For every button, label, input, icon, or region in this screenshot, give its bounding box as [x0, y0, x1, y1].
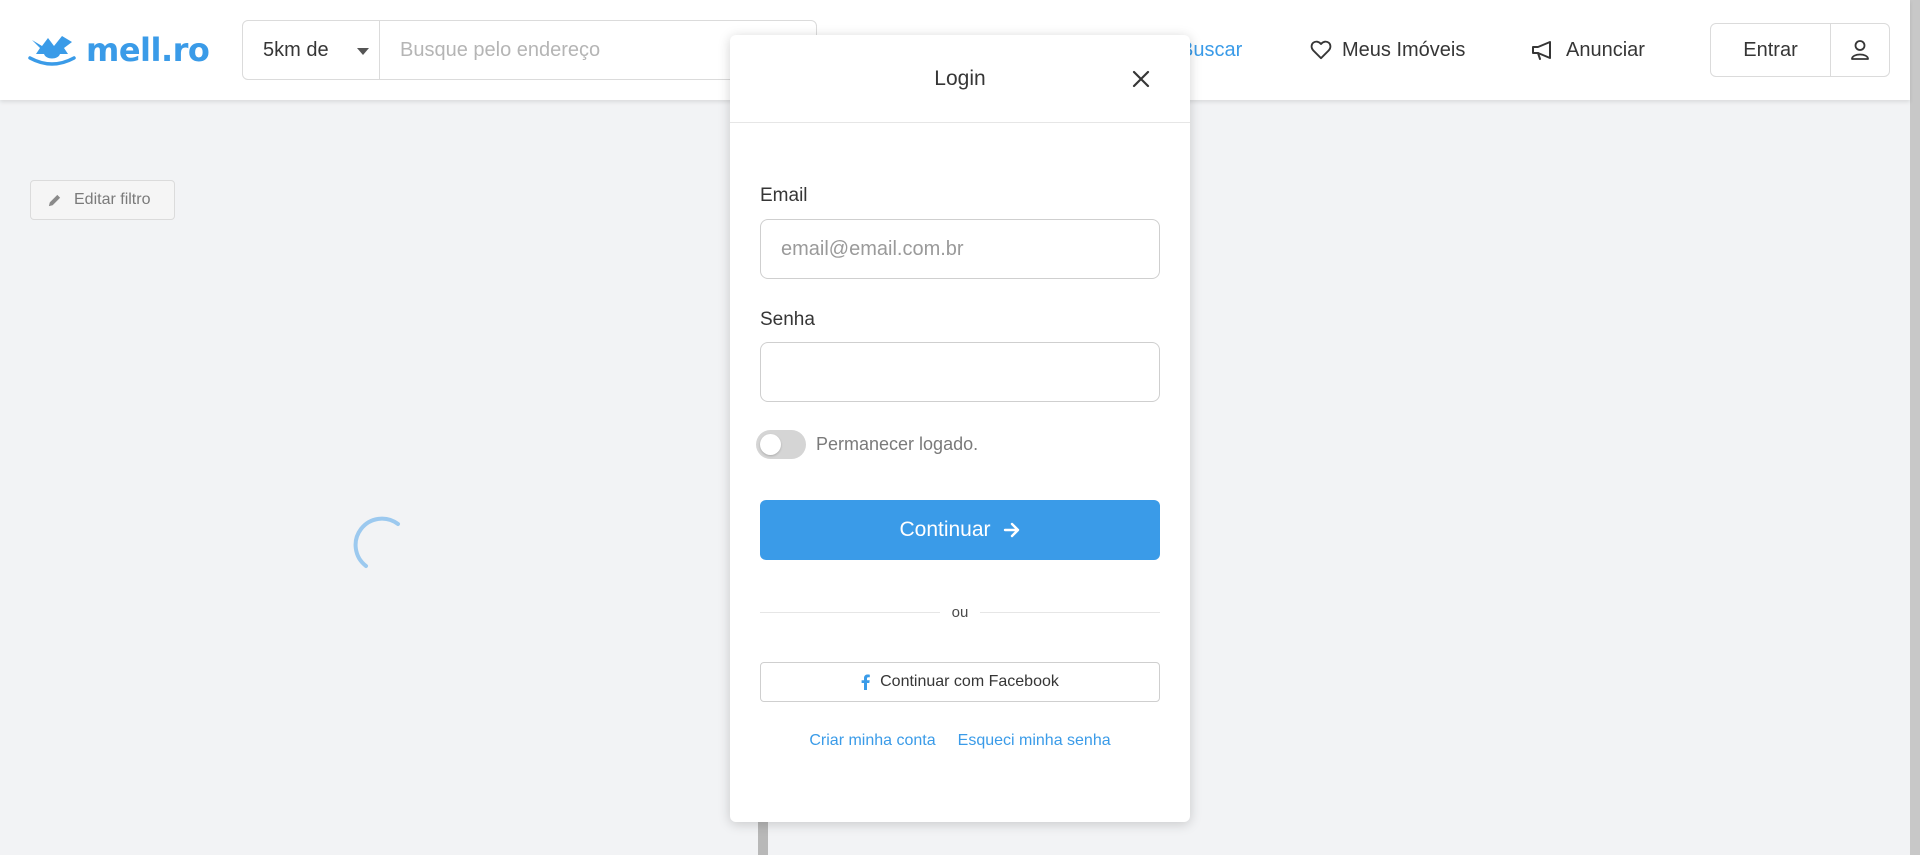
or-line-left	[760, 611, 940, 613]
modal-title: Login	[934, 66, 986, 90]
remember-me-toggle[interactable]	[756, 430, 806, 459]
nav-meus-imoveis-label: Meus Imóveis	[1342, 38, 1466, 61]
user-icon	[1851, 40, 1869, 60]
remember-me-label: Permanecer logado.	[816, 434, 979, 454]
edit-filter-button[interactable]: Editar filtro	[30, 180, 175, 220]
edit-filter-label: Editar filtro	[74, 191, 151, 208]
facebook-login-button[interactable]: Continuar com Facebook	[760, 662, 1160, 702]
brand-logo[interactable]: mell.ro	[28, 26, 210, 74]
modal-header: Login	[730, 35, 1190, 123]
arrow-right-icon	[1003, 522, 1019, 538]
toggle-knob	[760, 434, 781, 455]
auth-button-group: Entrar	[1710, 23, 1890, 77]
entrar-button[interactable]: Entrar	[1711, 24, 1831, 76]
or-label: ou	[951, 603, 969, 621]
rocking-horse-logo-icon	[28, 36, 76, 66]
modal-links: Criar minha conta Esqueci minha senha	[730, 732, 1190, 750]
nav-anunciar-label: Anunciar	[1566, 38, 1645, 61]
forgot-password-link[interactable]: Esqueci minha senha	[958, 732, 1111, 750]
email-field[interactable]	[760, 219, 1160, 279]
continue-button[interactable]: Continuar	[760, 500, 1160, 560]
password-label: Senha	[760, 309, 815, 330]
login-modal: Login Email Senha Permanecer logado. Con…	[730, 35, 1190, 822]
email-label: Email	[760, 185, 808, 206]
megaphone-icon	[1532, 41, 1551, 60]
logo-text: mell.ro	[86, 31, 210, 69]
close-icon[interactable]	[1130, 68, 1152, 90]
distance-select[interactable]: 5km de	[243, 21, 380, 79]
page-scrollbar[interactable]	[1910, 0, 1920, 855]
pencil-icon	[48, 194, 61, 206]
or-line-right	[980, 611, 1160, 613]
loading-spinner-icon	[353, 516, 400, 568]
continue-button-label: Continuar	[899, 518, 991, 541]
facebook-login-label: Continuar com Facebook	[880, 673, 1059, 690]
or-divider: ou	[760, 602, 1160, 622]
user-account-button[interactable]	[1831, 24, 1889, 76]
map-divider	[758, 820, 768, 855]
create-account-link[interactable]: Criar minha conta	[809, 732, 935, 750]
nav-anunciar[interactable]: Anunciar	[1530, 30, 1645, 70]
password-field[interactable]	[760, 342, 1160, 402]
distance-select-value: 5km de	[263, 38, 329, 61]
heart-icon	[1310, 40, 1332, 60]
remember-me-row: Permanecer logado.	[756, 430, 978, 459]
caret-down-icon	[357, 48, 369, 55]
facebook-icon	[861, 674, 870, 690]
nav-meus-imoveis[interactable]: Meus Imóveis	[1310, 30, 1465, 70]
